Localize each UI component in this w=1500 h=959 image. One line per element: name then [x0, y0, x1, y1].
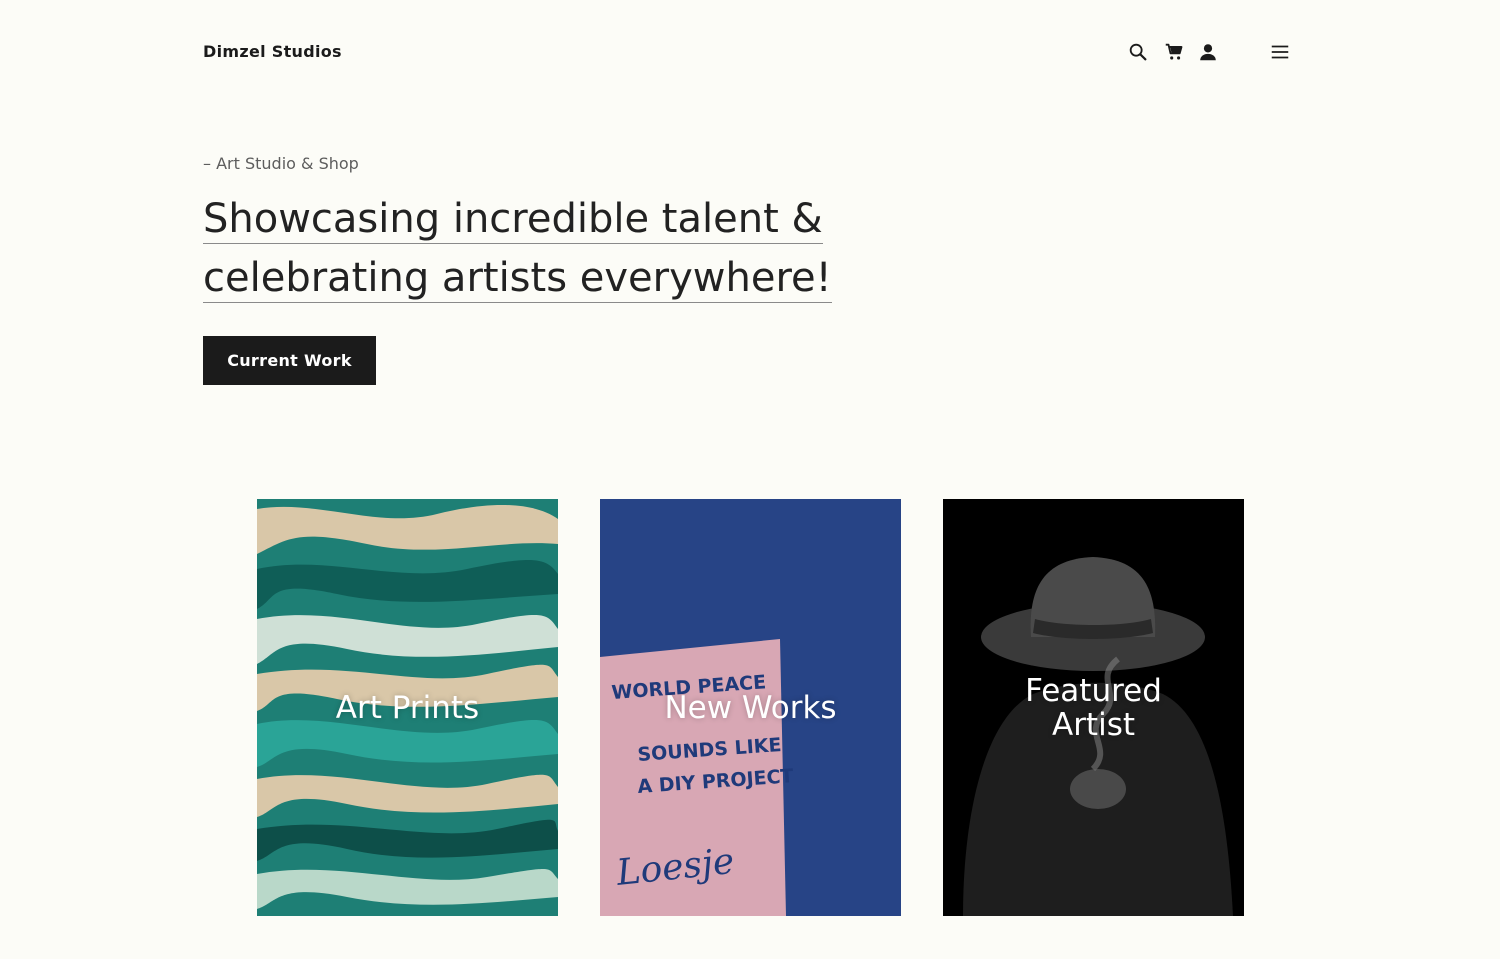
hero-headline: Showcasing incredible talent & celebrati…: [203, 190, 843, 308]
card-new-works[interactable]: WORLD PEACE SOUNDS LIKE A DIY PROJECT Lo…: [600, 499, 901, 916]
card-art-prints[interactable]: Art Prints: [257, 499, 558, 916]
card-label: Art Prints: [335, 689, 480, 726]
hero-headline-line-1: Showcasing incredible talent &: [203, 196, 823, 244]
brand-logo[interactable]: Dimzel Studios: [203, 42, 342, 61]
menu-icon[interactable]: [1268, 40, 1292, 64]
current-work-button[interactable]: Current Work: [203, 336, 376, 385]
page: Dimzel Studios – Art Studio & Shop Showc…: [0, 0, 1500, 959]
card-label: New Works: [664, 689, 837, 726]
card-featured-artist[interactable]: Featured Artist: [943, 499, 1244, 916]
card-label: Featured Artist: [1025, 672, 1162, 743]
hero-eyebrow: – Art Studio & Shop: [203, 154, 359, 173]
hero-headline-line-2: celebrating artists everywhere!: [203, 255, 832, 303]
cart-icon[interactable]: [1162, 40, 1186, 64]
account-icon[interactable]: [1196, 40, 1220, 64]
search-icon[interactable]: [1126, 40, 1150, 64]
